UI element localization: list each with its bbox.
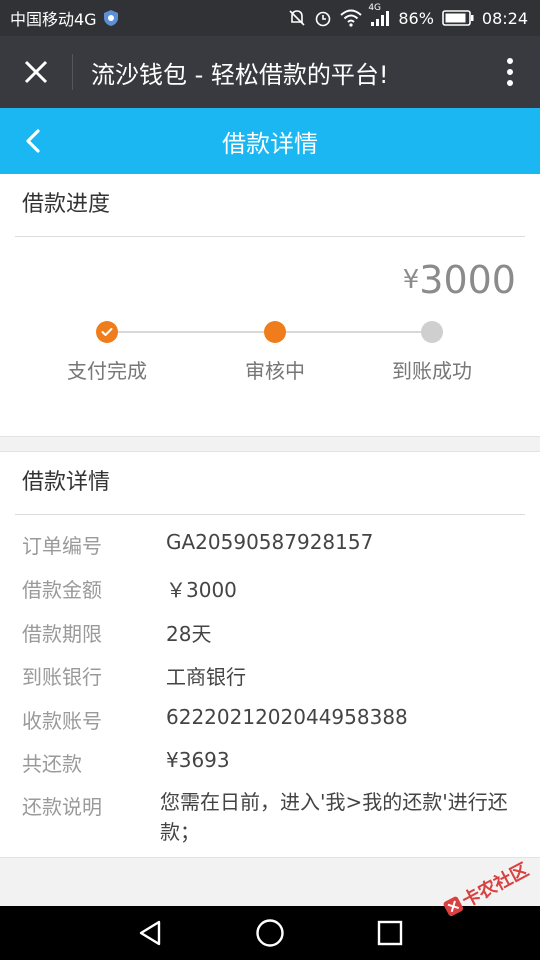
app-title: 流沙钱包 - 轻松借款的平台! [91,60,389,89]
detail-key: 借款金额 [22,578,102,602]
section-gap [0,436,540,452]
signal-icon: 4G [368,3,390,27]
nav-recents-icon [377,920,403,946]
step-label-received: 到账成功 [392,359,472,383]
detail-value: ¥3693 [166,748,230,772]
step-done-dot [96,321,118,343]
nav-back-button[interactable] [133,916,167,950]
details-section-title: 借款详情 [22,470,111,495]
step-label-reviewing: 审核中 [245,359,305,383]
carrier-label: 中国移动4G [10,10,97,29]
step-label-paid: 支付完成 [67,359,147,383]
divider [15,514,525,515]
detail-value: GA20590587928157 [166,530,374,554]
divider [15,236,525,237]
page-title: 借款详情 [222,129,318,158]
currency-symbol: ¥ [402,265,420,295]
nav-recents-button[interactable] [373,916,407,950]
detail-key: 共还款 [22,752,82,776]
more-button[interactable] [480,36,540,108]
back-arrow-icon [25,129,41,153]
close-button[interactable] [0,36,72,108]
nav-home-button[interactable] [253,916,287,950]
more-vertical-icon [506,57,514,87]
step-pending-dot [421,321,443,343]
network-badge: 4G [368,3,382,13]
shield-icon [103,9,119,27]
detail-key: 收款账号 [22,709,102,733]
watermark-text: 卡农社区 [458,859,533,912]
app-bar: 流沙钱包 - 轻松借款的平台! [0,36,540,108]
wifi-icon [340,9,362,27]
alarm-icon [314,9,332,27]
status-bar: 中国移动4G 4G 86% 08:24 [0,0,540,36]
nav-home-icon [255,918,285,948]
back-button[interactable] [18,126,48,156]
detail-key: 还款说明 [22,795,102,819]
details-card: 借款详情 订单编号 GA20590587928157 借款金额 ￥3000 借款… [0,452,540,858]
detail-value: 28天 [166,622,212,646]
detail-value: 您需在日前，进入'我>我的还款'进行还款； [160,790,508,844]
battery-icon [442,10,474,26]
page-header: 借款详情 [0,108,540,174]
battery-percent: 86% [398,8,434,28]
progress-section-title: 借款进度 [22,192,111,217]
detail-key: 借款期限 [22,622,102,646]
progress-card: 借款进度 ¥3000 支付完成 审核中 到账成功 [0,174,540,436]
mute-icon [288,9,306,27]
detail-key: 订单编号 [22,534,102,558]
detail-value: 6222021202044958388 [166,705,408,729]
detail-value: 工商银行 [166,665,246,689]
check-icon [101,327,113,337]
detail-key: 到账银行 [22,665,102,689]
detail-value: ￥3000 [166,578,237,602]
clock-time: 08:24 [481,8,528,28]
nav-back-icon [137,919,163,947]
loan-amount: ¥3000 [403,258,516,302]
amount-value: 3000 [419,258,516,302]
step-current-dot [264,321,286,343]
close-icon [23,59,49,85]
